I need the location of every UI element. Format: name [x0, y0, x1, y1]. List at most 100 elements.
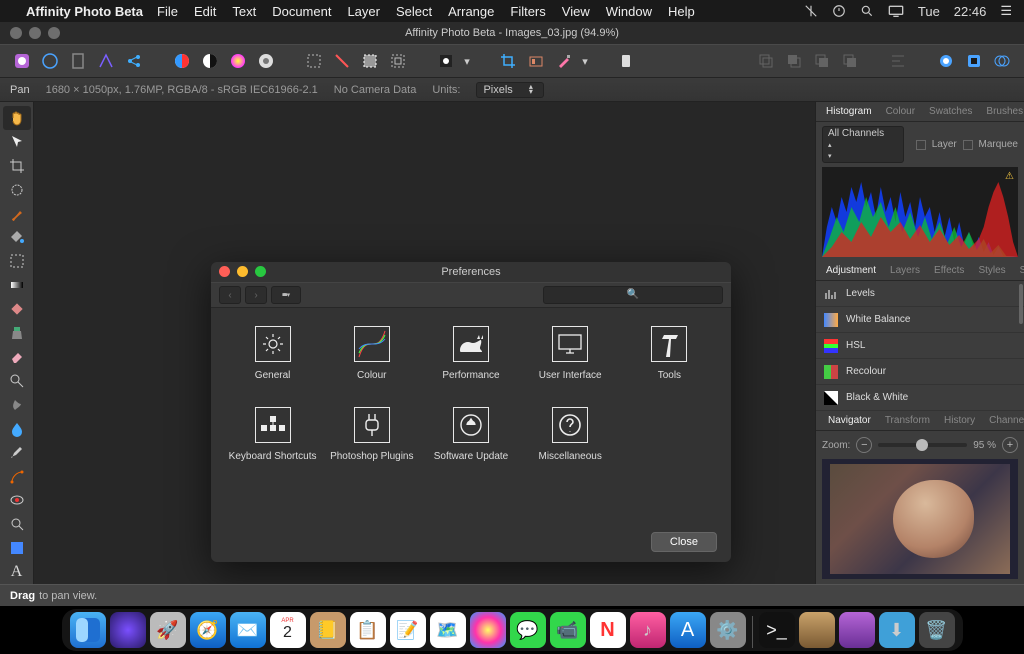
prefs-item-colour[interactable]: Colour — [322, 326, 421, 381]
navigator-thumbnail[interactable] — [822, 459, 1018, 579]
dock-mail-icon[interactable]: ✉️ — [230, 612, 266, 648]
tool-healing-brush[interactable] — [3, 297, 31, 321]
tab-colour[interactable]: Colour — [880, 104, 921, 119]
toolbar-selection-invert-icon[interactable] — [356, 49, 384, 73]
tool-colour-picker[interactable] — [3, 536, 31, 560]
menu-document[interactable]: Document — [272, 4, 331, 19]
dock-downloads-icon[interactable]: ⬇ — [879, 612, 915, 648]
tool-smudge[interactable] — [3, 393, 31, 417]
status-search-icon[interactable] — [860, 4, 874, 18]
toolbar-quickmask-icon[interactable] — [432, 49, 460, 73]
prefs-item-misc[interactable]: Miscellaneous — [521, 407, 620, 462]
prefs-search-input[interactable]: 🔍 — [543, 286, 723, 304]
tab-styles[interactable]: Styles — [972, 263, 1011, 278]
adjustment-scrollbar[interactable] — [1019, 284, 1023, 324]
toolbar-notes-icon[interactable] — [612, 49, 640, 73]
app-menu[interactable]: Affinity Photo Beta — [26, 4, 143, 19]
prefs-item-tools[interactable]: Tools — [620, 326, 719, 381]
tool-text[interactable]: A — [3, 560, 31, 584]
menu-help[interactable]: Help — [668, 4, 695, 19]
prefs-back-button[interactable]: ‹ — [219, 286, 241, 304]
dock-facetime-icon[interactable]: 📹 — [550, 612, 586, 648]
persona-tone-icon[interactable] — [92, 49, 120, 73]
prefs-gridview-button[interactable]: ▪▪▪▾ — [271, 286, 301, 304]
dock-photos-icon[interactable] — [470, 612, 506, 648]
dock-launchpad-icon[interactable]: 🚀 — [150, 612, 186, 648]
zoom-in-button[interactable]: + — [1002, 437, 1018, 453]
tab-brushes[interactable]: Brushes — [980, 104, 1024, 119]
tool-crop[interactable] — [3, 154, 31, 178]
toolbar-subtract-icon[interactable] — [960, 49, 988, 73]
tool-marquee[interactable] — [3, 249, 31, 273]
adjustment-whitebalance[interactable]: White Balance — [816, 307, 1024, 333]
menu-view[interactable]: View — [562, 4, 590, 19]
dock-finder-icon[interactable] — [70, 612, 106, 648]
dock-itunes-icon[interactable]: ♪ — [630, 612, 666, 648]
status-menu-icon[interactable]: ☰ — [1000, 3, 1012, 19]
dock-sysprefs-icon[interactable]: ⚙️ — [710, 612, 746, 648]
prefs-close-footer-button[interactable]: Close — [651, 532, 717, 552]
toolbar-crop-icon[interactable] — [494, 49, 522, 73]
adjustment-levels[interactable]: Levels — [816, 281, 1024, 307]
tool-redeye[interactable] — [3, 489, 31, 513]
tab-adjustment[interactable]: Adjustment — [820, 263, 882, 278]
tool-clone[interactable] — [3, 321, 31, 345]
adjustment-hsl[interactable]: HSL — [816, 333, 1024, 359]
dock-calendar-icon[interactable]: APR2 — [270, 612, 306, 648]
dock-messages-icon[interactable]: 💬 — [510, 612, 546, 648]
toolbar-selection-rect-icon[interactable] — [300, 49, 328, 73]
tab-channels[interactable]: Channels — [983, 413, 1024, 428]
document-canvas[interactable]: Preferences ‹ › ▪▪▪▾ 🔍 General Colour — [34, 102, 815, 584]
menu-edit[interactable]: Edit — [194, 4, 216, 19]
toolbar-snapshot-icon[interactable] — [522, 49, 550, 73]
zoom-out-button[interactable]: − — [856, 437, 872, 453]
adjustment-bw[interactable]: Black & White — [816, 385, 1024, 411]
tool-flood-fill[interactable] — [3, 226, 31, 250]
prefs-item-ui[interactable]: User Interface — [521, 326, 620, 381]
prefs-item-update[interactable]: Software Update — [421, 407, 520, 462]
dock-maps-icon[interactable]: 🗺️ — [430, 612, 466, 648]
prefs-forward-button[interactable]: › — [245, 286, 267, 304]
dock-affinity-icon[interactable] — [839, 612, 875, 648]
dock-appstore-icon[interactable]: A — [670, 612, 706, 648]
menu-window[interactable]: Window — [606, 4, 652, 19]
tool-hand[interactable] — [3, 106, 31, 130]
tool-mesh[interactable] — [3, 465, 31, 489]
tool-selection-brush[interactable] — [3, 178, 31, 202]
status-display-icon[interactable] — [888, 4, 904, 18]
dock-contacts-icon[interactable]: 📒 — [310, 612, 346, 648]
persona-develop-icon[interactable] — [64, 49, 92, 73]
menu-arrange[interactable]: Arrange — [448, 4, 494, 19]
zoom-slider[interactable] — [878, 443, 967, 447]
dock-reminders-icon[interactable]: 📋 — [350, 612, 386, 648]
dock-notes-icon[interactable]: 📝 — [390, 612, 426, 648]
toolbar-add-icon[interactable] — [932, 49, 960, 73]
prefs-item-ps-plugins[interactable]: Photoshop Plugins — [322, 407, 421, 462]
tab-histogram[interactable]: Histogram — [820, 104, 878, 119]
tool-dodge[interactable] — [3, 369, 31, 393]
toolbar-selection-lasso-icon[interactable] — [328, 49, 356, 73]
toolbar-autocolours-icon[interactable] — [224, 49, 252, 73]
dock-news-icon[interactable]: N — [590, 612, 626, 648]
dock-siri-icon[interactable] — [110, 612, 146, 648]
toolbar-autolevels-icon[interactable] — [168, 49, 196, 73]
prefs-zoom-button[interactable] — [255, 266, 266, 277]
prefs-item-shortcuts[interactable]: Keyboard Shortcuts — [223, 407, 322, 462]
menu-file[interactable]: File — [157, 4, 178, 19]
dock-safari-icon[interactable]: 🧭 — [190, 612, 226, 648]
tab-layers[interactable]: Layers — [884, 263, 926, 278]
dock-terminal-icon[interactable]: >_ — [759, 612, 795, 648]
tool-move[interactable] — [3, 130, 31, 154]
tool-zoom[interactable] — [3, 512, 31, 536]
histogram-layer-checkbox[interactable] — [916, 140, 926, 150]
dock-trash-icon[interactable]: 🗑️ — [919, 612, 955, 648]
toolbar-quickmask-dropdown-icon[interactable]: ▾ — [460, 49, 474, 73]
tool-paint-brush[interactable] — [3, 202, 31, 226]
tab-effects[interactable]: Effects — [928, 263, 970, 278]
status-mirror-icon[interactable] — [804, 4, 818, 18]
tab-history[interactable]: History — [938, 413, 981, 428]
toolbar-intersect-icon[interactable] — [988, 49, 1016, 73]
prefs-minimize-button[interactable] — [237, 266, 248, 277]
prefs-close-button[interactable] — [219, 266, 230, 277]
persona-liquify-icon[interactable] — [36, 49, 64, 73]
